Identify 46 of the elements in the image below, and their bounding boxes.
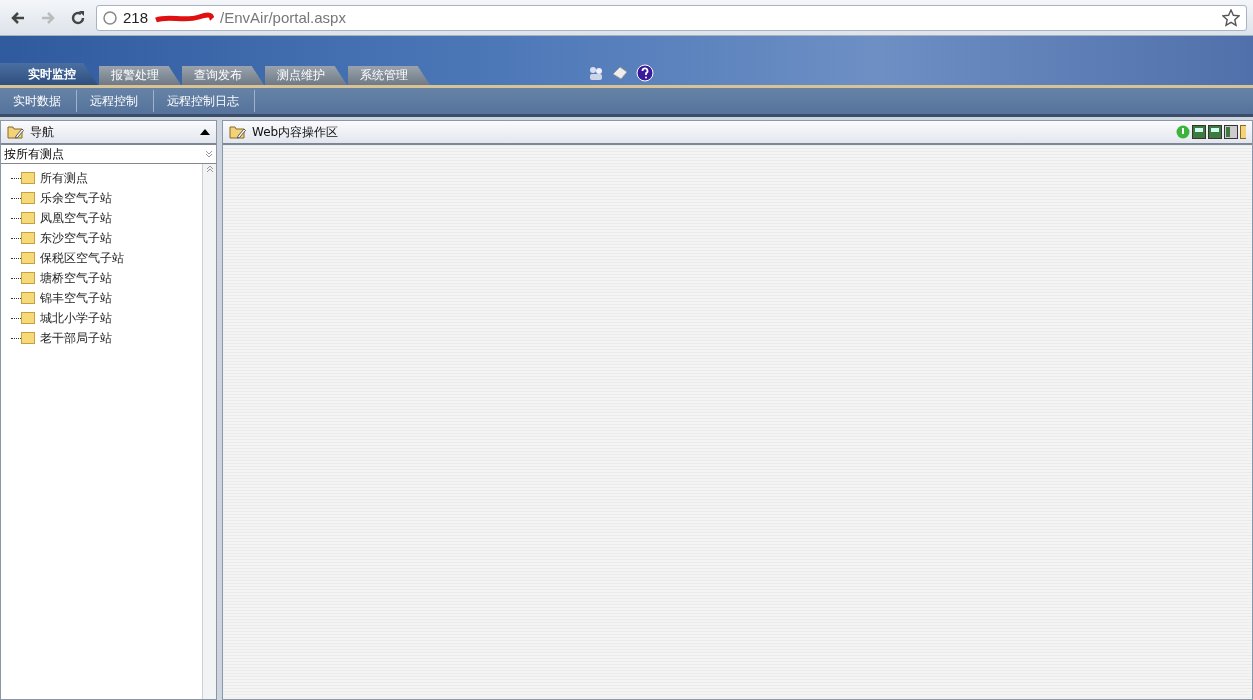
folder-icon: [229, 125, 246, 139]
tree-item[interactable]: 城北小学子站: [40, 309, 112, 327]
scroll-up-icon[interactable]: [205, 164, 214, 174]
sub-nav-link[interactable]: 远程控制: [77, 90, 154, 112]
layout-icon[interactable]: [1224, 125, 1238, 139]
node-icon: [21, 192, 35, 204]
tree-item[interactable]: 乐余空气子站: [40, 189, 112, 207]
collapse-icon[interactable]: [200, 129, 210, 135]
users-icon[interactable]: [588, 66, 604, 80]
node-icon: [21, 292, 35, 304]
main-tab[interactable]: 实时监控: [0, 63, 98, 85]
address-bar[interactable]: 218 /EnvAir/portal.aspx: [96, 4, 1247, 31]
note-icon[interactable]: [1240, 125, 1246, 139]
node-icon: [21, 332, 35, 344]
node-icon: [21, 232, 35, 244]
sub-nav-link[interactable]: 实时数据: [0, 90, 77, 112]
window-icon[interactable]: [1192, 125, 1206, 139]
panel-title: 导航: [30, 123, 54, 141]
node-icon: [21, 172, 35, 184]
tree-item[interactable]: 东沙空气子站: [40, 229, 112, 247]
folder-icon: [7, 125, 24, 139]
arrow-left-icon: [10, 9, 26, 26]
url-text: /EnvAir/portal.aspx: [220, 9, 346, 26]
help-icon[interactable]: [636, 64, 654, 82]
tree-item[interactable]: 保税区空气子站: [40, 249, 124, 267]
redaction-mark: [154, 11, 215, 24]
star-icon[interactable]: [1222, 8, 1240, 27]
globe-icon: [103, 10, 117, 25]
tree-item[interactable]: 塘桥空气子站: [40, 269, 112, 287]
arrow-right-icon: [40, 9, 56, 26]
url-text: 218: [123, 9, 149, 26]
panel-title: Web内容操作区: [252, 123, 339, 141]
filter-dropdown[interactable]: 按所有测点: [1, 145, 216, 164]
tree-item[interactable]: 凤凰空气子站: [40, 209, 112, 227]
sub-nav-link[interactable]: 远程控制日志: [154, 90, 255, 112]
node-icon: [21, 212, 35, 224]
tree-item[interactable]: 锦丰空气子站: [40, 289, 112, 307]
chevron-down-icon: [205, 150, 213, 158]
node-icon: [21, 272, 35, 284]
tree-item[interactable]: 老干部局子站: [40, 329, 112, 347]
tree-item[interactable]: 所有测点: [40, 169, 88, 187]
scrollbar[interactable]: [202, 164, 216, 699]
node-icon: [21, 252, 35, 264]
window-icon[interactable]: [1208, 125, 1222, 139]
reload-icon: [70, 9, 86, 26]
node-icon: [21, 312, 35, 324]
